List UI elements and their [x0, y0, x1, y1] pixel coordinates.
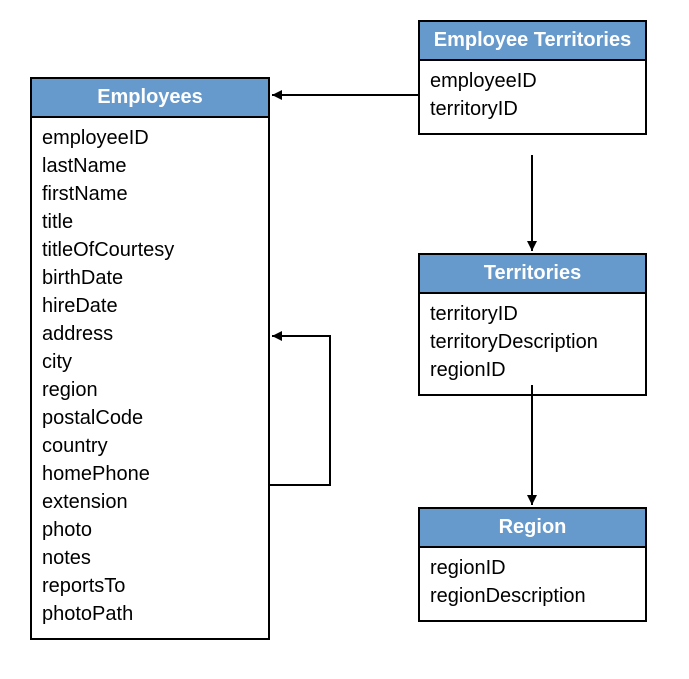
- field: birthDate: [42, 264, 258, 292]
- field: region: [42, 376, 258, 404]
- field: country: [42, 432, 258, 460]
- field: address: [42, 320, 258, 348]
- entity-employees-header: Employees: [32, 79, 268, 118]
- entity-territories-body: territoryID territoryDescription regionI…: [420, 294, 645, 394]
- field: employeeID: [42, 124, 258, 152]
- entity-region: Region regionID regionDescription: [418, 507, 647, 622]
- entity-employees-body: employeeID lastName firstName title titl…: [32, 118, 268, 638]
- field: reportsTo: [42, 572, 258, 600]
- field: photoPath: [42, 600, 258, 628]
- rel-employees-self: [270, 336, 330, 485]
- entity-territories-header: Territories: [420, 255, 645, 294]
- field: firstName: [42, 180, 258, 208]
- field: territoryID: [430, 95, 635, 123]
- field: lastName: [42, 152, 258, 180]
- field: photo: [42, 516, 258, 544]
- entity-region-header: Region: [420, 509, 645, 548]
- field: title: [42, 208, 258, 236]
- field: homePhone: [42, 460, 258, 488]
- field: employeeID: [430, 67, 635, 95]
- field: regionID: [430, 554, 635, 582]
- entity-employee-territories-header: Employee Territories: [420, 22, 645, 61]
- entity-employee-territories-body: employeeID territoryID: [420, 61, 645, 133]
- field: titleOfCourtesy: [42, 236, 258, 264]
- field: territoryID: [430, 300, 635, 328]
- field: hireDate: [42, 292, 258, 320]
- field: notes: [42, 544, 258, 572]
- entity-territories: Territories territoryID territoryDescrip…: [418, 253, 647, 396]
- field: postalCode: [42, 404, 258, 432]
- entity-region-body: regionID regionDescription: [420, 548, 645, 620]
- field: extension: [42, 488, 258, 516]
- field: territoryDescription: [430, 328, 635, 356]
- field: city: [42, 348, 258, 376]
- entity-employees: Employees employeeID lastName firstName …: [30, 77, 270, 640]
- field: regionID: [430, 356, 635, 384]
- entity-employee-territories: Employee Territories employeeID territor…: [418, 20, 647, 135]
- field: regionDescription: [430, 582, 635, 610]
